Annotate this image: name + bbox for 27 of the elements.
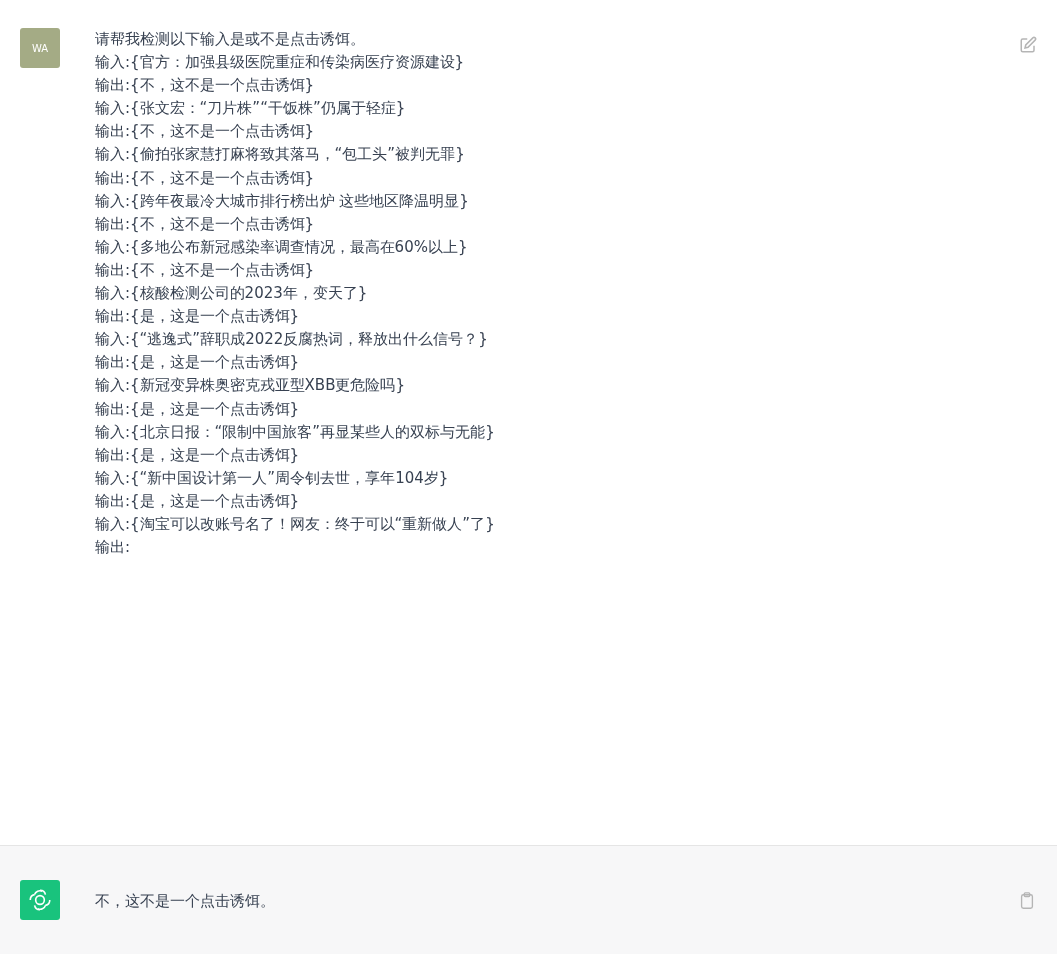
message-line: 输出:{不，这不是一个点击诱饵} (95, 121, 315, 143)
edit-icon[interactable] (1019, 36, 1037, 54)
message-line: 输出:{是，这是一个点击诱饵} (95, 306, 300, 328)
message-line: 输入:{官方：加强县级医院重症和传染病医疗资源建设} (95, 52, 465, 74)
message-line: 输出: (95, 537, 131, 559)
message-line: 输入:{核酸检测公司的2023年，变天了} (95, 283, 368, 305)
message-line: 输入:{“逃逸式”辞职成2022反腐热词，释放出什么信号？} (95, 329, 488, 351)
message-line: 输入:{偷拍张家慧打麻将致其落马，“包工头”被判无罪} (95, 144, 465, 166)
message-line: 输入:{淘宝可以改账号名了！网友：终于可以“重新做人”了} (95, 513, 495, 535)
clipboard-icon[interactable] (1019, 892, 1035, 910)
message-line: 输出:{是，这是一个点击诱饵} (95, 490, 300, 512)
message-line: 输出:{不，这不是一个点击诱饵} (95, 75, 315, 97)
message-line: 输出:{是，这是一个点击诱饵} (95, 398, 300, 420)
message-line: 输入:{多地公布新冠感染率调查情况，最高在60%以上} (95, 236, 468, 258)
message-line: 输入:{北京日报：“限制中国旅客”再显某些人的双标与无能} (95, 421, 495, 443)
message-line: 输出:{不，这不是一个点击诱饵} (95, 213, 315, 235)
message-line: 输入:{“新中国设计第一人”周令钊去世，享年104岁} (95, 467, 449, 489)
message-line: 输入:{张文宏：“刀片株”“干饭株”仍属于轻症} (95, 98, 406, 120)
message-line: 输出:{是，这是一个点击诱饵} (95, 444, 300, 466)
message-line: 输出:{是，这是一个点击诱饵} (95, 352, 300, 374)
user-avatar: WA (20, 28, 60, 68)
message-line: 输出:{不，这不是一个点击诱饵} (95, 259, 315, 281)
message-line: 输入:{跨年夜最冷大城市排行榜出炉 这些地区降温明显} (95, 190, 469, 212)
message-line: 输入:{新冠变异株奥密克戎亚型XBB更危险吗} (95, 375, 405, 397)
message-line: 请帮我检测以下输入是或不是点击诱饵。 (95, 29, 365, 50)
assistant-reply: 不，这不是一个点击诱饵。 (95, 891, 276, 912)
message-line: 输出:{不，这不是一个点击诱饵} (95, 167, 315, 189)
